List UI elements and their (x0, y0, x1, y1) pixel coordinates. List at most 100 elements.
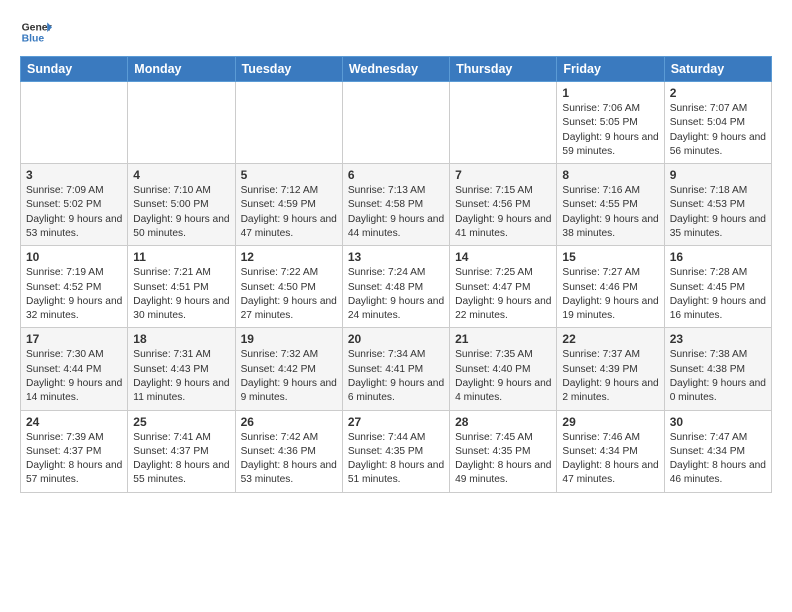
calendar-cell: 7 Sunrise: 7:15 AM Sunset: 4:56 PM Daylig… (450, 164, 557, 246)
cell-daylight-info: Sunrise: 7:24 AM Sunset: 4:48 PM Dayligh… (348, 266, 444, 323)
calendar-cell: 26 Sunrise: 7:42 AM Sunset: 4:36 PM Dayli… (235, 410, 342, 492)
day-number: 17 (26, 332, 122, 346)
cell-daylight-info: Sunrise: 7:44 AM Sunset: 4:35 PM Dayligh… (348, 431, 444, 488)
day-number: 30 (670, 415, 766, 429)
day-number: 23 (670, 332, 766, 346)
day-number: 29 (562, 415, 658, 429)
calendar-cell (342, 82, 449, 164)
cell-daylight-info: Sunrise: 7:46 AM Sunset: 4:34 PM Dayligh… (562, 431, 658, 488)
day-number: 27 (348, 415, 444, 429)
calendar-cell: 12 Sunrise: 7:22 AM Sunset: 4:50 PM Dayli… (235, 246, 342, 328)
calendar-cell: 27 Sunrise: 7:44 AM Sunset: 4:35 PM Dayli… (342, 410, 449, 492)
calendar-cell: 30 Sunrise: 7:47 AM Sunset: 4:34 PM Dayli… (664, 410, 771, 492)
cell-daylight-info: Sunrise: 7:47 AM Sunset: 4:34 PM Dayligh… (670, 431, 766, 488)
calendar-cell: 6 Sunrise: 7:13 AM Sunset: 4:58 PM Daylig… (342, 164, 449, 246)
calendar-cell (21, 82, 128, 164)
cell-daylight-info: Sunrise: 7:07 AM Sunset: 5:04 PM Dayligh… (670, 102, 766, 159)
calendar-cell: 25Sunrise: 7:41 AM Sunset: 4:37 PM Dayli… (128, 410, 235, 492)
calendar-cell: 4 Sunrise: 7:10 AM Sunset: 5:00 PM Daylig… (128, 164, 235, 246)
calendar-cell: 17Sunrise: 7:30 AM Sunset: 4:44 PM Dayli… (21, 328, 128, 410)
calendar-cell: 3 Sunrise: 7:09 AM Sunset: 5:02 PM Daylig… (21, 164, 128, 246)
day-number: 24 (26, 415, 122, 429)
day-number: 2 (670, 86, 766, 100)
calendar-cell: 8 Sunrise: 7:16 AM Sunset: 4:55 PM Daylig… (557, 164, 664, 246)
cell-daylight-info: Sunrise: 7:27 AM Sunset: 4:46 PM Dayligh… (562, 266, 658, 323)
calendar-cell: 21 Sunrise: 7:35 AM Sunset: 4:40 PM Dayli… (450, 328, 557, 410)
svg-text:Blue: Blue (22, 34, 45, 45)
cell-daylight-info: Sunrise: 7:18 AM Sunset: 4:53 PM Dayligh… (670, 184, 766, 241)
calendar-week-row: 24 Sunrise: 7:39 AM Sunset: 4:37 PM Dayli… (21, 410, 772, 492)
day-number: 20 (348, 332, 444, 346)
weekday-header-friday: Friday (557, 57, 664, 82)
calendar-cell (235, 82, 342, 164)
day-number: 16 (670, 250, 766, 264)
cell-daylight-info: Sunrise: 7:21 AM Sunset: 4:51 PM Dayligh… (133, 266, 229, 323)
day-number: 3 (26, 168, 122, 182)
calendar-header-row: SundayMondayTuesdayWednesdayThursdayFrid… (21, 57, 772, 82)
cell-daylight-info: Sunrise: 7:09 AM Sunset: 5:02 PM Dayligh… (26, 184, 122, 241)
day-number: 9 (670, 168, 766, 182)
weekday-header-tuesday: Tuesday (235, 57, 342, 82)
calendar-cell: 15 Sunrise: 7:27 AM Sunset: 4:46 PM Dayli… (557, 246, 664, 328)
day-number: 7 (455, 168, 551, 182)
calendar-cell: 18Sunrise: 7:31 AM Sunset: 4:43 PM Dayli… (128, 328, 235, 410)
day-number: 21 (455, 332, 551, 346)
day-number: 25 (133, 415, 229, 429)
cell-daylight-info: Sunrise: 7:12 AM Sunset: 4:59 PM Dayligh… (241, 184, 337, 241)
cell-daylight-info: Sunrise: 7:10 AM Sunset: 5:00 PM Dayligh… (133, 184, 229, 241)
day-number: 4 (133, 168, 229, 182)
logo: General Blue (20, 16, 52, 48)
day-number: 13 (348, 250, 444, 264)
day-number: 5 (241, 168, 337, 182)
calendar-cell: 9 Sunrise: 7:18 AM Sunset: 4:53 PM Daylig… (664, 164, 771, 246)
calendar-cell: 16Sunrise: 7:28 AM Sunset: 4:45 PM Dayli… (664, 246, 771, 328)
cell-daylight-info: Sunrise: 7:16 AM Sunset: 4:55 PM Dayligh… (562, 184, 658, 241)
calendar-cell: 22Sunrise: 7:37 AM Sunset: 4:39 PM Dayli… (557, 328, 664, 410)
calendar-table: SundayMondayTuesdayWednesdayThursdayFrid… (20, 56, 772, 493)
cell-daylight-info: Sunrise: 7:31 AM Sunset: 4:43 PM Dayligh… (133, 348, 229, 405)
cell-daylight-info: Sunrise: 7:25 AM Sunset: 4:47 PM Dayligh… (455, 266, 551, 323)
calendar-week-row: 17Sunrise: 7:30 AM Sunset: 4:44 PM Dayli… (21, 328, 772, 410)
weekday-header-thursday: Thursday (450, 57, 557, 82)
calendar-week-row: 10 Sunrise: 7:19 AM Sunset: 4:52 PM Dayli… (21, 246, 772, 328)
cell-daylight-info: Sunrise: 7:42 AM Sunset: 4:36 PM Dayligh… (241, 431, 337, 488)
cell-daylight-info: Sunrise: 7:06 AM Sunset: 5:05 PM Dayligh… (562, 102, 658, 159)
cell-daylight-info: Sunrise: 7:38 AM Sunset: 4:38 PM Dayligh… (670, 348, 766, 405)
calendar-cell: 5 Sunrise: 7:12 AM Sunset: 4:59 PM Daylig… (235, 164, 342, 246)
calendar-cell: 29 Sunrise: 7:46 AM Sunset: 4:34 PM Dayli… (557, 410, 664, 492)
calendar-cell: 13 Sunrise: 7:24 AM Sunset: 4:48 PM Dayli… (342, 246, 449, 328)
day-number: 12 (241, 250, 337, 264)
calendar-cell: 20 Sunrise: 7:34 AM Sunset: 4:41 PM Dayli… (342, 328, 449, 410)
calendar-cell: 19Sunrise: 7:32 AM Sunset: 4:42 PM Dayli… (235, 328, 342, 410)
day-number: 26 (241, 415, 337, 429)
day-number: 6 (348, 168, 444, 182)
cell-daylight-info: Sunrise: 7:13 AM Sunset: 4:58 PM Dayligh… (348, 184, 444, 241)
weekday-header-monday: Monday (128, 57, 235, 82)
day-number: 15 (562, 250, 658, 264)
calendar-cell: 1 Sunrise: 7:06 AM Sunset: 5:05 PM Daylig… (557, 82, 664, 164)
calendar-week-row: 3 Sunrise: 7:09 AM Sunset: 5:02 PM Daylig… (21, 164, 772, 246)
cell-daylight-info: Sunrise: 7:45 AM Sunset: 4:35 PM Dayligh… (455, 431, 551, 488)
calendar-cell: 23 Sunrise: 7:38 AM Sunset: 4:38 PM Dayli… (664, 328, 771, 410)
calendar-cell: 11 Sunrise: 7:21 AM Sunset: 4:51 PM Dayli… (128, 246, 235, 328)
cell-daylight-info: Sunrise: 7:39 AM Sunset: 4:37 PM Dayligh… (26, 431, 122, 488)
day-number: 10 (26, 250, 122, 264)
cell-daylight-info: Sunrise: 7:22 AM Sunset: 4:50 PM Dayligh… (241, 266, 337, 323)
calendar-cell: 10 Sunrise: 7:19 AM Sunset: 4:52 PM Dayli… (21, 246, 128, 328)
day-number: 11 (133, 250, 229, 264)
cell-daylight-info: Sunrise: 7:35 AM Sunset: 4:40 PM Dayligh… (455, 348, 551, 405)
cell-daylight-info: Sunrise: 7:19 AM Sunset: 4:52 PM Dayligh… (26, 266, 122, 323)
cell-daylight-info: Sunrise: 7:37 AM Sunset: 4:39 PM Dayligh… (562, 348, 658, 405)
day-number: 14 (455, 250, 551, 264)
calendar-cell (128, 82, 235, 164)
calendar-week-row: 1 Sunrise: 7:06 AM Sunset: 5:05 PM Daylig… (21, 82, 772, 164)
weekday-header-saturday: Saturday (664, 57, 771, 82)
cell-daylight-info: Sunrise: 7:15 AM Sunset: 4:56 PM Dayligh… (455, 184, 551, 241)
calendar-cell: 24 Sunrise: 7:39 AM Sunset: 4:37 PM Dayli… (21, 410, 128, 492)
page-header: General Blue (20, 16, 772, 48)
calendar-cell (450, 82, 557, 164)
day-number: 1 (562, 86, 658, 100)
cell-daylight-info: Sunrise: 7:34 AM Sunset: 4:41 PM Dayligh… (348, 348, 444, 405)
day-number: 8 (562, 168, 658, 182)
weekday-header-sunday: Sunday (21, 57, 128, 82)
